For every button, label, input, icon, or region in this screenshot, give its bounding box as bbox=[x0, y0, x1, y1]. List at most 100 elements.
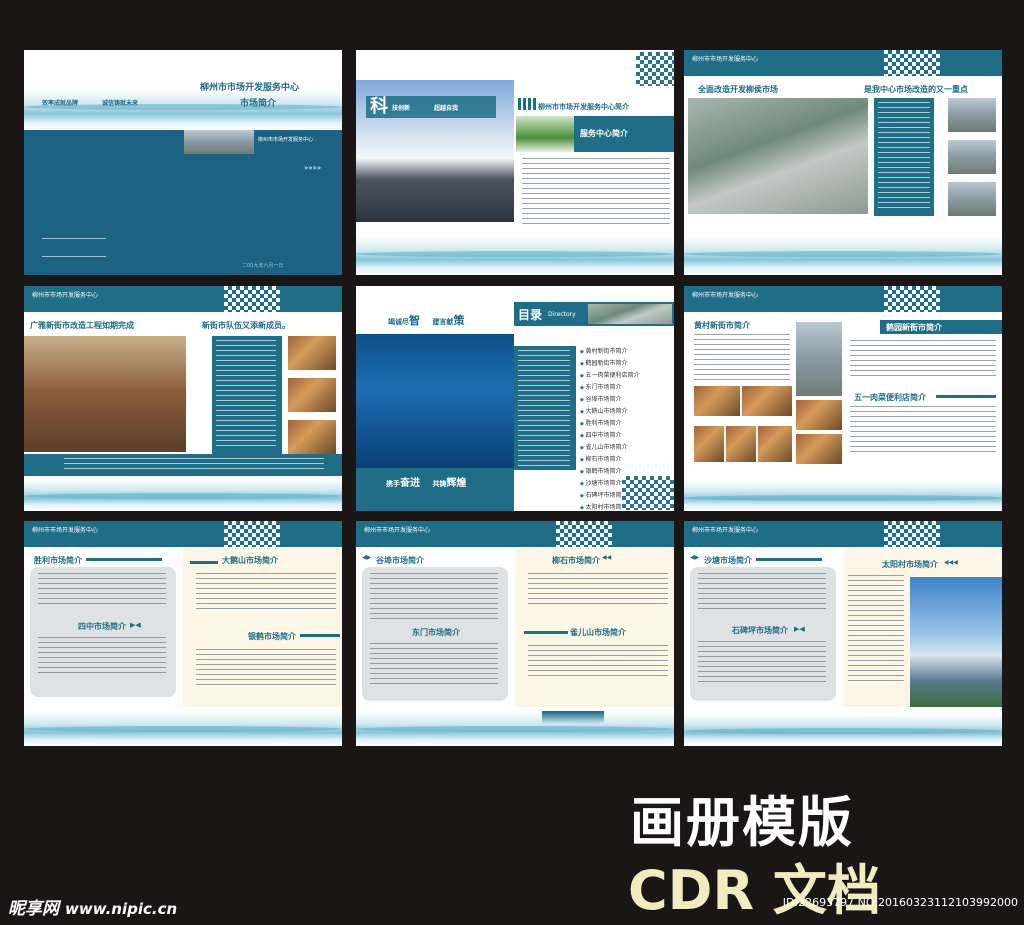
toc-item[interactable]: 谷埠市场简介 bbox=[580, 394, 672, 406]
spread-toc: 竭诚尽智 建言献策 携手奋进 共铸辉煌 目录 Directory 黄村新街市简介… bbox=[356, 286, 674, 511]
shatang-t1: 沙塘市场简介 bbox=[704, 555, 752, 565]
cover-org-small: 柳州市市场开发服务中心 bbox=[258, 137, 314, 143]
checker-deco bbox=[556, 521, 612, 547]
yinhe-text bbox=[196, 649, 336, 685]
toc-item[interactable]: 四中市场简介 bbox=[580, 430, 672, 442]
toc-slogan-top: 竭诚尽智 建言献策 bbox=[388, 312, 464, 328]
slogan-a: 竭诚尽 bbox=[388, 317, 409, 326]
site-logo: 昵享网 www.nipic.cn bbox=[8, 894, 177, 919]
intro-title: 柳州市市场开发服务中心简介 bbox=[538, 102, 629, 111]
yinhe-bar bbox=[300, 634, 340, 637]
spread-intro: 科 技创新 超越自我 柳州市市场开发服务中心简介 服务中心简介 bbox=[356, 50, 674, 275]
sizhong-text bbox=[38, 637, 166, 677]
spread-huangcun: 柳州市市场开发服务中心 黄村新街市简介 鹤园新街市简介 五一肉菜便利店简介 bbox=[684, 286, 1002, 511]
shatang-t3: 石碑坪市场简介 bbox=[732, 625, 788, 635]
guangya-bottom-text bbox=[64, 458, 324, 472]
huangcun-header: 柳州市市场开发服务中心 bbox=[684, 286, 1002, 312]
gubu-t3: 东门市场简介 bbox=[412, 627, 460, 637]
huangcun-thumb-7 bbox=[796, 434, 842, 464]
gubu-header: 柳州市市场开发服务中心 bbox=[356, 521, 674, 547]
spread-gubu: 柳州市市场开发服务中心 ◀▶ 谷埠市场简介 东门市场简介 柳石市场简介 ◀◀ 雀… bbox=[356, 521, 674, 746]
slogan-h: 辉煌 bbox=[446, 478, 467, 489]
huangcun-thumb-1 bbox=[694, 386, 740, 416]
wuyi-text bbox=[850, 406, 996, 454]
shatang-header: 柳州市市场开发服务中心 bbox=[684, 521, 1002, 547]
huangcun-photo bbox=[796, 322, 842, 396]
toc-side-text bbox=[518, 350, 570, 466]
checker-deco bbox=[884, 521, 940, 547]
toc-item[interactable]: 东门市场简介 bbox=[580, 382, 672, 394]
huangcun-thumb-4 bbox=[694, 426, 724, 462]
checker-deco bbox=[636, 52, 674, 86]
sprout-photo bbox=[516, 116, 574, 152]
intro-subtitle: 服务中心简介 bbox=[574, 116, 674, 152]
liushi-arrow-icon: ◀◀ bbox=[602, 554, 612, 561]
shengli-text bbox=[38, 573, 166, 605]
dongmen-text bbox=[370, 643, 498, 687]
cover-arrows-icon: »»»» bbox=[304, 164, 322, 172]
gubu-t2: 柳石市场简介 bbox=[552, 555, 600, 565]
toc-item[interactable]: 雀儿山市场简介 bbox=[580, 442, 672, 454]
slogan-d: 策 bbox=[453, 314, 465, 327]
guangya-wave bbox=[24, 479, 342, 511]
cover-photo bbox=[184, 130, 254, 154]
toc-en: Directory bbox=[548, 311, 576, 318]
shatang-arrow-icon: ◀▶ bbox=[690, 554, 700, 561]
guangya-thumb-3 bbox=[288, 420, 336, 454]
huangcun-thumb-6 bbox=[758, 426, 792, 462]
toc-item[interactable]: 胜利市场简介 bbox=[580, 418, 672, 430]
shengli-t1-bar bbox=[86, 558, 162, 561]
huangcun-thumb-3 bbox=[796, 400, 842, 430]
liuhou-render bbox=[688, 98, 868, 214]
shatang-bar bbox=[756, 558, 822, 561]
gubu-arrow-icon: ◀▶ bbox=[362, 554, 372, 561]
toc-title: 目录 bbox=[518, 308, 543, 322]
cover-date: 二00九年六月一日 bbox=[242, 263, 284, 269]
cover-line-1 bbox=[42, 238, 106, 239]
shengli-header: 柳州市市场开发服务中心 bbox=[24, 521, 342, 547]
shibeiping-text bbox=[698, 641, 826, 685]
toc-item[interactable]: 柳石市场简介 bbox=[580, 454, 672, 466]
toc-photo bbox=[588, 304, 672, 324]
liuhou-thumb-1 bbox=[948, 98, 996, 132]
toc-item[interactable]: 黄村新街市简介 bbox=[580, 346, 672, 358]
cover-slogan-1: 效率成就品牌 bbox=[42, 100, 79, 107]
banner-b: 超越自我 bbox=[434, 105, 459, 112]
shengli-t4: 银鹤市场简介 bbox=[248, 631, 296, 641]
huangcun-thumb-5 bbox=[726, 426, 756, 462]
toc-item[interactable]: 大鹅山市场简介 bbox=[580, 406, 672, 418]
checker-deco bbox=[884, 286, 940, 312]
queer-bar bbox=[524, 631, 568, 634]
toc-slogan-bot: 携手奋进 共铸辉煌 bbox=[386, 474, 466, 489]
shengli-wave bbox=[24, 712, 342, 746]
huangcun-t2: 鹤园新街市简介 bbox=[880, 320, 1002, 334]
slogan-g: 共铸 bbox=[432, 479, 447, 488]
spread-guangya: 柳州市市场开发服务中心 广雅新街市改造工程如期完成 新街市队伍又添新成员。 bbox=[24, 286, 342, 511]
huangcun-thumb-2 bbox=[742, 386, 792, 416]
liuhou-wave bbox=[684, 237, 1002, 275]
id-stamp: ID:22693797 NO:20160323112103992000 bbox=[782, 896, 1018, 909]
toc-item[interactable]: 五一肉菜便利店简介 bbox=[580, 370, 672, 382]
slogan-e: 携手 bbox=[386, 479, 400, 488]
guangya-photo bbox=[24, 336, 186, 452]
liuhou-thumb-2 bbox=[948, 140, 996, 174]
guangya-t1: 广雅新街市改造工程如期完成 bbox=[30, 320, 134, 330]
huangcun-wave bbox=[684, 481, 1002, 511]
huangcun-t1: 黄村新街市简介 bbox=[694, 320, 750, 330]
intro-wave bbox=[356, 237, 674, 275]
banner-a: 技创新 bbox=[392, 105, 411, 112]
cover-sub: 市场简介 bbox=[240, 99, 277, 109]
dae-arrow-icon bbox=[190, 561, 218, 564]
liuhou-t1: 全面改造开发柳侯市场 bbox=[698, 84, 778, 94]
toc-item[interactable]: 鹤园新街市简介 bbox=[580, 358, 672, 370]
shatang-wave bbox=[684, 714, 1002, 746]
gubu-wave bbox=[356, 712, 674, 746]
liuhou-t2: 是我中心市场改造的又一重点 bbox=[864, 84, 968, 94]
shibeiping-arrow-icon: ▶◀ bbox=[794, 625, 805, 633]
checker-deco bbox=[884, 50, 940, 76]
taiyang-arrow-icon: ◀◀◀ bbox=[944, 559, 958, 566]
heyuan-text bbox=[850, 340, 996, 380]
slogan-f: 奋进 bbox=[400, 478, 420, 489]
taiyang-text bbox=[848, 575, 904, 685]
shengli-t2: 大鹅山市场简介 bbox=[222, 555, 278, 565]
